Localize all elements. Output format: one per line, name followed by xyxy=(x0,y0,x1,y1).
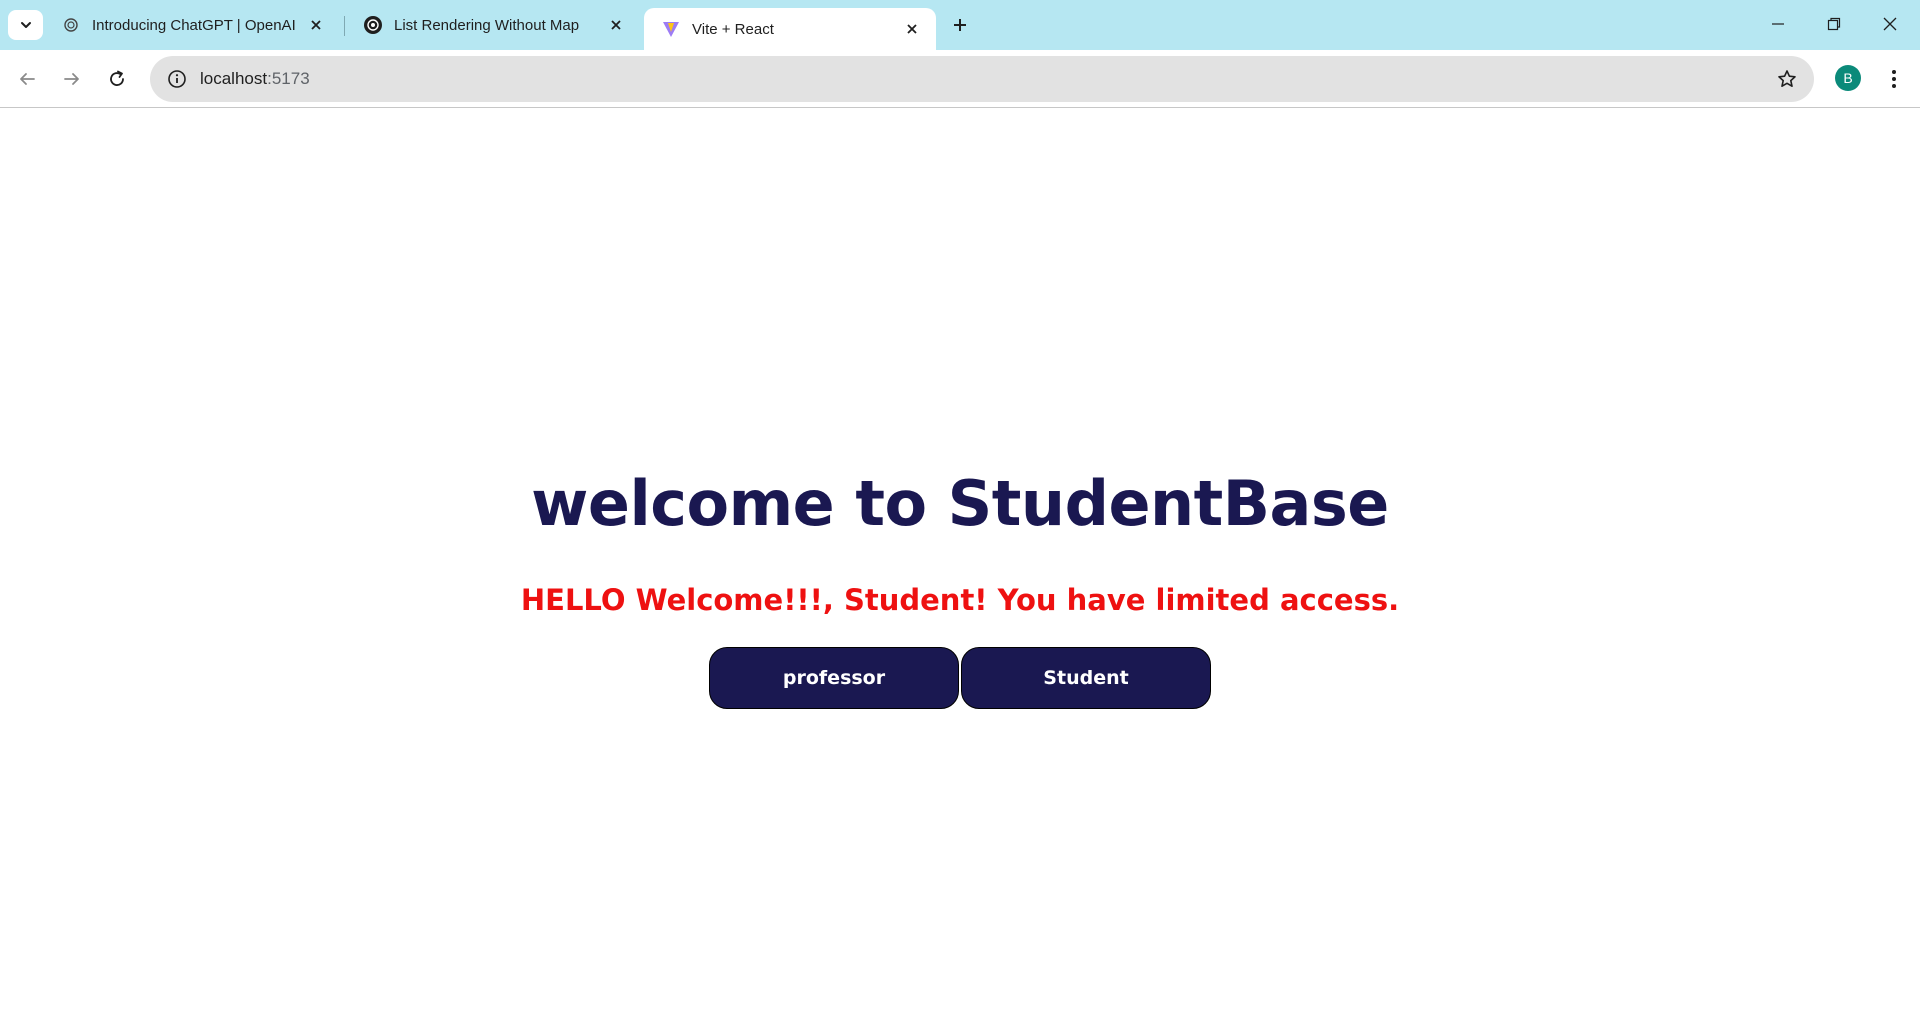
reload-icon xyxy=(110,70,124,86)
chatgpt-logo-icon xyxy=(364,16,382,34)
reload-button[interactable] xyxy=(99,61,135,97)
tab-title: Introducing ChatGPT | OpenAI xyxy=(92,16,296,34)
forward-button[interactable] xyxy=(54,61,90,97)
new-tab-button[interactable] xyxy=(944,11,976,39)
page-title: welcome to StudentBase xyxy=(531,467,1389,540)
tab-divider xyxy=(344,16,345,36)
role-button-group: professor Student xyxy=(709,647,1211,709)
close-tab-icon[interactable] xyxy=(902,19,922,39)
address-bar[interactable]: localhost:5173 xyxy=(150,56,1814,102)
url-port: :5173 xyxy=(267,69,310,88)
tab-list-rendering[interactable]: List Rendering Without Map xyxy=(346,8,640,42)
site-info-icon[interactable] xyxy=(154,56,200,102)
minimize-icon xyxy=(1772,23,1784,25)
vite-logo-icon xyxy=(662,20,680,38)
plus-icon xyxy=(954,19,966,31)
restore-button[interactable] xyxy=(1806,0,1862,48)
restore-icon xyxy=(1827,17,1841,31)
access-message: HELLO Welcome!!!, Student! You have limi… xyxy=(520,583,1400,617)
browser-toolbar: localhost:5173 B xyxy=(0,50,1920,108)
bookmark-star-icon[interactable] xyxy=(1772,64,1802,94)
close-tab-icon[interactable] xyxy=(606,15,626,35)
page-viewport: welcome to StudentBase HELLO Welcome!!!,… xyxy=(0,109,1920,1020)
tab-title: Vite + React xyxy=(692,20,774,38)
url-host: localhost xyxy=(200,69,268,88)
tab-introducing-chatgpt[interactable]: Introducing ChatGPT | OpenAI xyxy=(44,8,340,42)
more-vertical-icon xyxy=(1892,70,1896,88)
minimize-button[interactable] xyxy=(1750,0,1806,48)
arrow-left-icon xyxy=(20,73,35,85)
tab-search-button[interactable] xyxy=(8,10,43,40)
openai-logo-icon xyxy=(62,16,80,34)
student-button[interactable]: Student xyxy=(961,647,1211,709)
tab-strip: Introducing ChatGPT | OpenAI List Render… xyxy=(0,0,1920,50)
url-text[interactable]: localhost:5173 xyxy=(200,69,310,89)
tab-title: List Rendering Without Map xyxy=(394,16,580,34)
close-icon xyxy=(1883,17,1897,31)
arrow-right-icon xyxy=(64,73,79,85)
back-button[interactable] xyxy=(9,61,45,97)
tab-vite-react[interactable]: Vite + React xyxy=(644,8,936,50)
professor-button[interactable]: professor xyxy=(709,647,959,709)
profile-avatar[interactable]: B xyxy=(1835,65,1861,91)
browser-menu-button[interactable] xyxy=(1878,61,1910,97)
chevron-down-icon xyxy=(20,22,31,28)
close-tab-icon[interactable] xyxy=(306,15,326,35)
close-window-button[interactable] xyxy=(1862,0,1918,48)
